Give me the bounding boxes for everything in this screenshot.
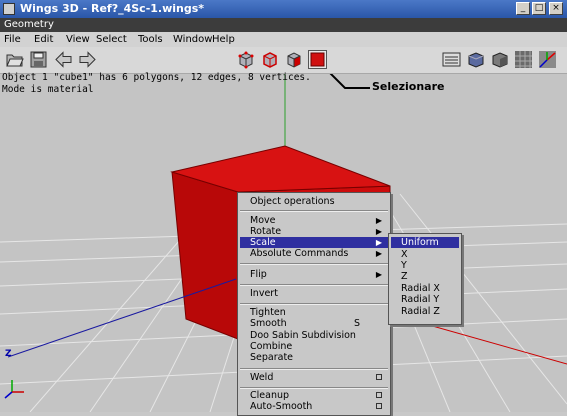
callout-label: Selezionare — [372, 80, 445, 93]
workmode-icon[interactable] — [442, 50, 461, 69]
menu-item-separate[interactable]: Separate — [240, 352, 388, 363]
menu-item-scale[interactable]: Scale ▶ — [240, 237, 388, 248]
menu-edit[interactable]: Edit — [34, 32, 53, 47]
menu-item-move[interactable]: Move ▶ — [240, 215, 388, 226]
window-titlebar: Wings 3D - Ref?_4Sc-1.wings* _ □ × — [0, 0, 567, 18]
menu-item-rotate[interactable]: Rotate ▶ — [240, 226, 388, 237]
context-menu-title: Object operations — [250, 196, 335, 207]
menu-select[interactable]: Select — [96, 32, 127, 47]
menu-item-flip[interactable]: Flip ▶ — [240, 269, 388, 280]
smooth-shortcut: S — [353, 318, 360, 329]
wings-app-icon — [3, 3, 15, 15]
maximize-button[interactable]: □ — [532, 2, 546, 15]
scale-submenu: Uniform X Y Z Radial X Radial Y Radial Z — [388, 233, 462, 325]
menu-item-smooth[interactable]: Smooth S — [240, 318, 388, 329]
menu-help[interactable]: Help — [212, 32, 235, 47]
menu-tools[interactable]: Tools — [138, 32, 163, 47]
menu-item-invert[interactable]: Invert — [240, 288, 388, 299]
face-mode-icon[interactable] — [284, 50, 303, 69]
flat-shading-icon[interactable] — [490, 50, 509, 69]
z-axis-label: Z — [5, 349, 12, 359]
menu-item-doo-sabin[interactable]: Doo Sabin Subdivision — [240, 330, 388, 341]
menu-item-combine[interactable]: Combine — [240, 341, 388, 352]
menu-item-auto-smooth[interactable]: Auto-Smooth — [240, 401, 388, 412]
menu-file[interactable]: File — [4, 32, 21, 47]
status-info: Object 1 "cube1" has 6 polygons, 12 edge… — [2, 72, 311, 96]
geometry-window-bar: Geometry — [0, 18, 567, 32]
submenu-item-x[interactable]: X — [391, 249, 459, 260]
menu-item-cleanup[interactable]: Cleanup — [240, 390, 388, 401]
info-line-2: Mode is material — [2, 84, 94, 95]
edge-mode-icon[interactable] — [260, 50, 279, 69]
option-box-icon[interactable] — [376, 392, 382, 398]
open-folder-icon[interactable] — [5, 50, 24, 69]
window-title: Wings 3D - Ref?_4Sc-1.wings* — [20, 2, 205, 15]
submenu-arrow-icon: ▶ — [375, 270, 382, 279]
submenu-arrow-icon: ▶ — [375, 249, 382, 258]
vertex-mode-icon[interactable] — [236, 50, 255, 69]
geometry-label: Geometry — [4, 19, 54, 30]
submenu-arrow-icon: ▶ — [375, 238, 382, 247]
submenu-item-radial-z[interactable]: Radial Z — [391, 306, 459, 317]
toolbar — [0, 47, 567, 74]
submenu-arrow-icon: ▶ — [375, 216, 382, 225]
submenu-item-radial-x[interactable]: Radial X — [391, 283, 459, 294]
menubar: File Edit View Select Tools Window Help — [0, 32, 567, 47]
menu-view[interactable]: View — [66, 32, 90, 47]
undo-arrow-icon[interactable] — [54, 50, 73, 69]
callout-arrow — [329, 74, 370, 89]
body-mode-icon[interactable] — [308, 50, 327, 69]
submenu-item-y[interactable]: Y — [391, 260, 459, 271]
submenu-item-radial-y[interactable]: Radial Y — [391, 294, 459, 305]
submenu-arrow-icon: ▶ — [375, 227, 382, 236]
menu-item-weld[interactable]: Weld — [240, 372, 388, 383]
grid-toggle-icon[interactable] — [514, 50, 533, 69]
minimize-button[interactable]: _ — [516, 2, 530, 15]
submenu-item-uniform[interactable]: Uniform — [391, 237, 459, 248]
redo-arrow-icon[interactable] — [78, 50, 97, 69]
menu-item-absolute-commands[interactable]: Absolute Commands ▶ — [240, 248, 388, 259]
axes-toggle-icon[interactable] — [538, 50, 557, 69]
info-line-1: Object 1 "cube1" has 6 polygons, 12 edge… — [2, 72, 311, 83]
smooth-shading-icon[interactable] — [466, 50, 485, 69]
submenu-item-z[interactable]: Z — [391, 271, 459, 282]
object-context-menu: Object operations Move ▶ Rotate ▶ Scale ▶ A… — [237, 192, 391, 416]
menu-window[interactable]: Window — [173, 32, 212, 47]
save-disk-icon[interactable] — [29, 50, 48, 69]
close-button[interactable]: × — [549, 2, 563, 15]
menu-item-tighten[interactable]: Tighten — [240, 307, 388, 318]
option-box-icon[interactable] — [376, 374, 382, 380]
option-box-icon[interactable] — [376, 403, 382, 409]
